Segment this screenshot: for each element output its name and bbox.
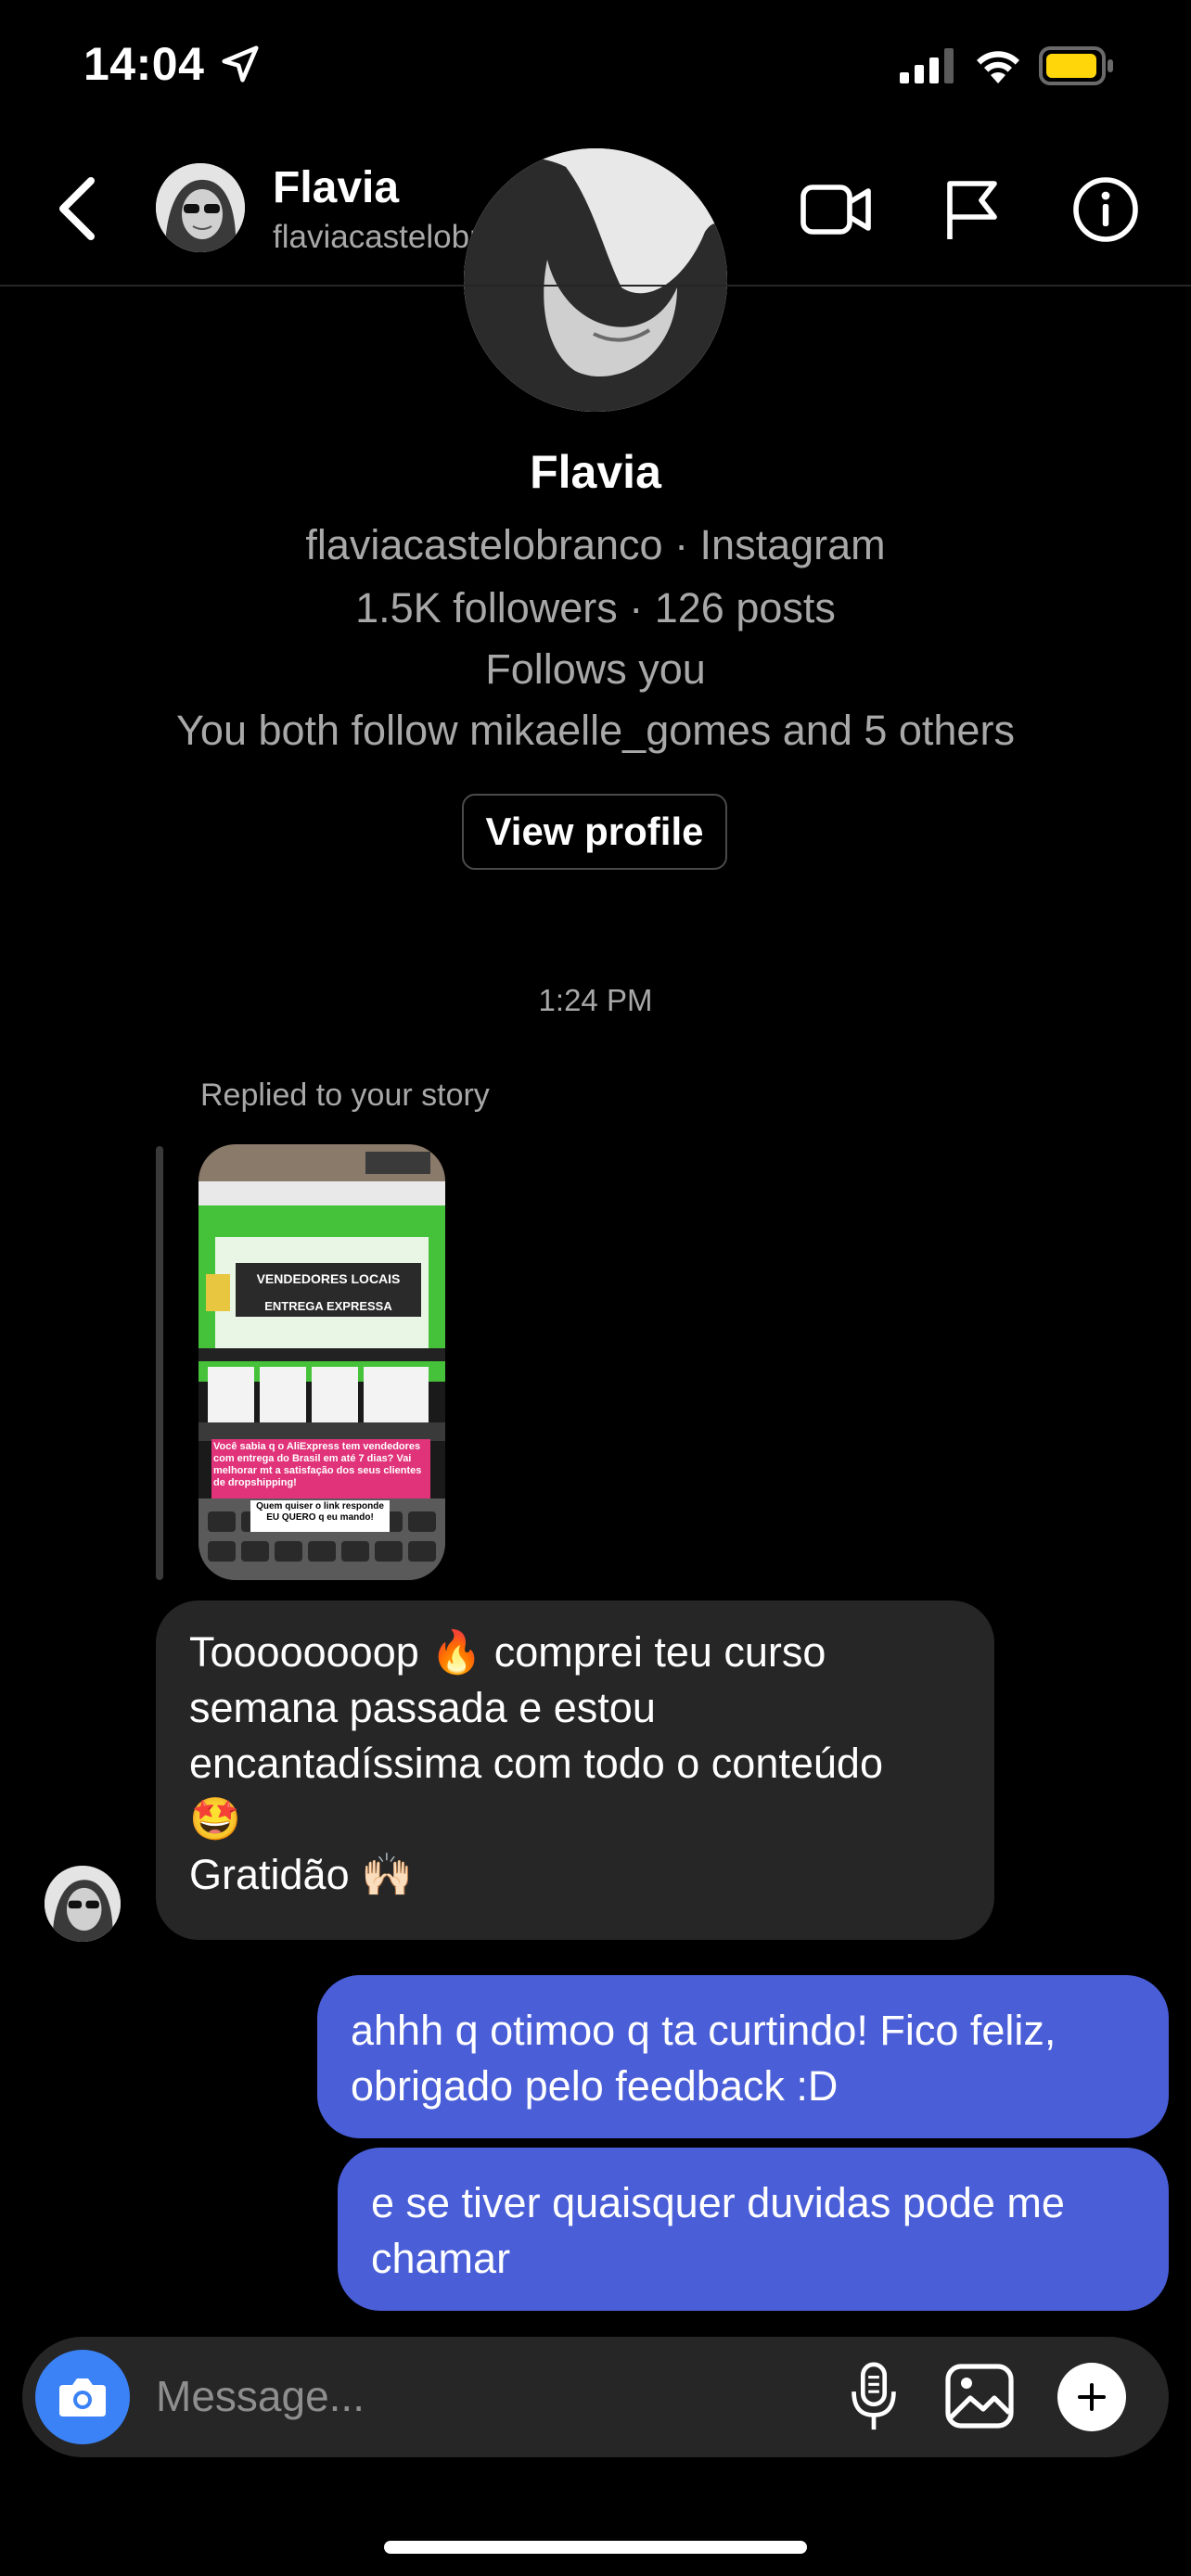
outgoing-line-1: e se tiver quaisquer duvidas pode me [371,2179,1065,2226]
home-indicator[interactable] [384,2541,807,2554]
story-caption-white: Quem quiser o link responde EU QUERO q e… [256,1501,384,1523]
story-banner-line1: VENDEDORES LOCAIS [257,1271,401,1286]
avatar[interactable] [156,163,245,252]
battery-icon [1039,46,1113,85]
flag-icon[interactable] [942,176,1002,243]
incoming-line-1: Toooooooop 🔥 comprei teu curso [189,1628,826,1676]
profile-handle-line: flaviacastelobranco · Instagram [305,521,886,568]
reply-indicator-bar [156,1146,163,1580]
story-image: VENDEDORES LOCAIS ENTREGA EXPRESSA Você … [198,1144,445,1580]
wifi-icon [977,51,1019,83]
profile-photo[interactable] [464,148,727,412]
gallery-icon[interactable] [944,2363,1015,2429]
outgoing-message-bubble[interactable]: ahhh q otimoo q ta curtindo! Fico feliz,… [317,1975,1169,2138]
contact-name[interactable]: Flavia [273,162,399,213]
header-divider [0,285,1191,287]
camera-button[interactable] [35,2350,130,2444]
story-reply-label: Replied to your story [200,1078,490,1113]
status-time: 14:04 [83,38,205,90]
outgoing-line-2: chamar [371,2235,511,2282]
incoming-line-3: encantadíssima com todo o conteúdo [189,1740,883,1787]
message-timestamp: 1:24 PM [538,983,653,1017]
profile-stats-line: 1.5K followers · 126 posts [355,584,836,631]
microphone-icon[interactable] [846,2361,902,2433]
camera-icon [59,2378,106,2417]
incoming-line-4: 🤩 [189,1795,242,1843]
avatar-photo [156,163,245,252]
video-call-icon[interactable] [800,176,874,243]
back-icon[interactable] [54,176,100,241]
outgoing-line-1: ahhh q otimoo q ta curtindo! Fico feliz, [351,2007,1057,2054]
sender-avatar[interactable] [45,1866,121,1942]
sender-avatar-photo [45,1866,121,1942]
outgoing-message-bubble[interactable]: e se tiver quaisquer duvidas pode me cha… [338,2148,1169,2311]
signal-icon [900,48,954,83]
outgoing-line-2: obrigado pelo feedback :D [351,2062,839,2110]
plus-icon [1078,2383,1106,2411]
follows-you-line: Follows you [485,645,706,693]
view-profile-button[interactable]: View profile [462,794,727,870]
story-caption-pink: Você sabia q o AliExpress tem vendedores… [213,1441,422,1488]
location-arrow-icon [222,45,259,83]
profile-name: Flavia [530,446,661,498]
message-input[interactable] [156,2363,805,2429]
info-icon[interactable] [1072,176,1139,243]
story-thumbnail[interactable]: VENDEDORES LOCAIS ENTREGA EXPRESSA Você … [198,1144,445,1580]
incoming-line-5: Gratidão 🙌🏻 [189,1851,414,1898]
incoming-line-2: semana passada e estou [189,1684,656,1731]
mutual-followers-line: You both follow mikaelle_gomes and 5 oth… [176,707,1015,754]
plus-button[interactable] [1057,2363,1126,2431]
profile-photo-image [464,148,727,412]
story-banner-line2: ENTREGA EXPRESSA [264,1299,392,1313]
incoming-message-bubble[interactable]: Toooooooop 🔥 comprei teu curso semana pa… [156,1600,994,1940]
